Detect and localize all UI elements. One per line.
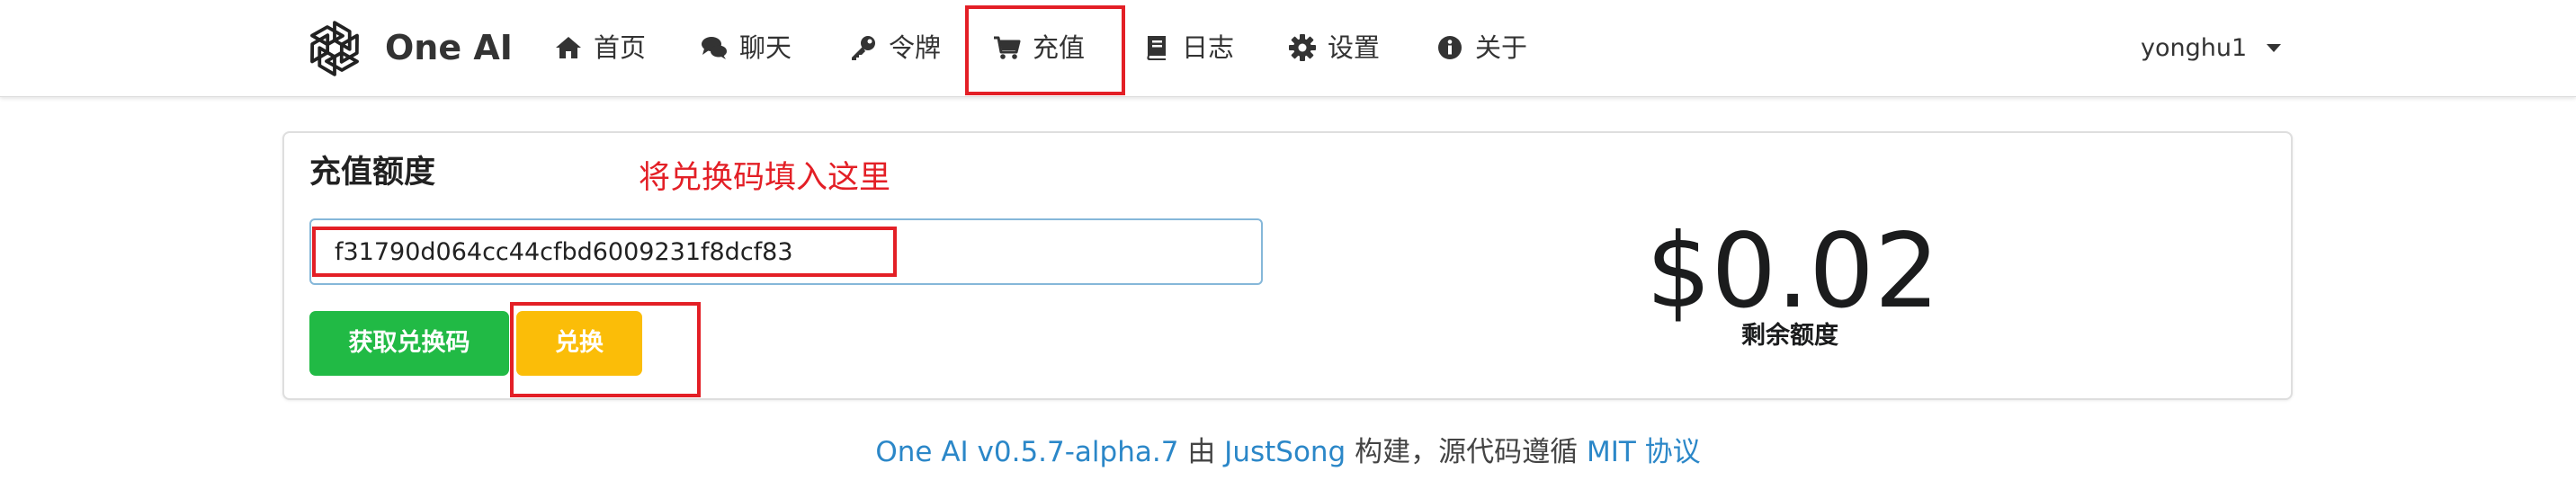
book-icon bbox=[1147, 36, 1166, 60]
caret-down-icon bbox=[2267, 43, 2282, 52]
get-redeem-code-button[interactable]: 获取兑换码 bbox=[309, 311, 509, 376]
nav-item-home[interactable]: 首页 bbox=[554, 24, 646, 71]
footer-author-link[interactable]: JustSong bbox=[1224, 436, 1346, 468]
brand-name[interactable]: One AI bbox=[385, 24, 513, 71]
footer-version-link[interactable]: One AI v0.5.7-alpha.7 bbox=[875, 436, 1178, 468]
gear-icon bbox=[1289, 34, 1316, 61]
balance-label: 剩余额度 bbox=[1741, 322, 1838, 350]
topup-title: 充值额度 bbox=[309, 155, 436, 191]
user-menu-dropdown[interactable]: yonghu1 bbox=[2141, 24, 2282, 71]
footer-license-link[interactable]: MIT 协议 bbox=[1587, 436, 1701, 468]
key-icon bbox=[852, 36, 875, 60]
info-icon bbox=[1438, 36, 1462, 59]
openai-logo-icon bbox=[310, 21, 359, 76]
annotation-fill-code-here: 将兑换码填入这里 bbox=[639, 160, 891, 196]
footer-text-built: 构建，源代码遵循 bbox=[1355, 436, 1579, 468]
balance-value: $0.02 bbox=[1646, 211, 1940, 331]
nav-item-label: 日志 bbox=[1182, 32, 1235, 63]
nav-item-label: 令牌 bbox=[889, 32, 942, 63]
nav-item-about[interactable]: 关于 bbox=[1436, 24, 1527, 71]
nav-item-label: 首页 bbox=[594, 32, 647, 63]
nav-item-tokens[interactable]: 令牌 bbox=[849, 24, 941, 71]
username: yonghu1 bbox=[2141, 33, 2248, 62]
highlight-box-redeem-input bbox=[312, 227, 897, 277]
top-navbar: One AI 首页 聊天 令牌 充值 日志 设置 关于 yonghu1 bbox=[0, 0, 2576, 97]
nav-item-label: 聊天 bbox=[739, 32, 792, 63]
nav-item-label: 充值 bbox=[1033, 32, 1086, 63]
nav-item-logs[interactable]: 日志 bbox=[1142, 24, 1234, 71]
nav-item-chat[interactable]: 聊天 bbox=[700, 24, 792, 71]
chat-icon bbox=[702, 37, 727, 59]
footer: One AI v0.5.7-alpha.7 由 JustSong 构建，源代码遵… bbox=[0, 430, 2576, 475]
nav-item-label: 关于 bbox=[1475, 32, 1528, 63]
highlight-box-redeem-button bbox=[510, 302, 701, 397]
cart-icon bbox=[994, 36, 1021, 59]
brand-logo[interactable] bbox=[300, 13, 369, 84]
nav-item-topup[interactable]: 充值 bbox=[993, 24, 1085, 71]
footer-text-by: 由 bbox=[1187, 436, 1216, 468]
nav-item-label: 设置 bbox=[1328, 32, 1381, 63]
nav-item-settings[interactable]: 设置 bbox=[1288, 24, 1380, 71]
home-icon bbox=[556, 37, 581, 58]
